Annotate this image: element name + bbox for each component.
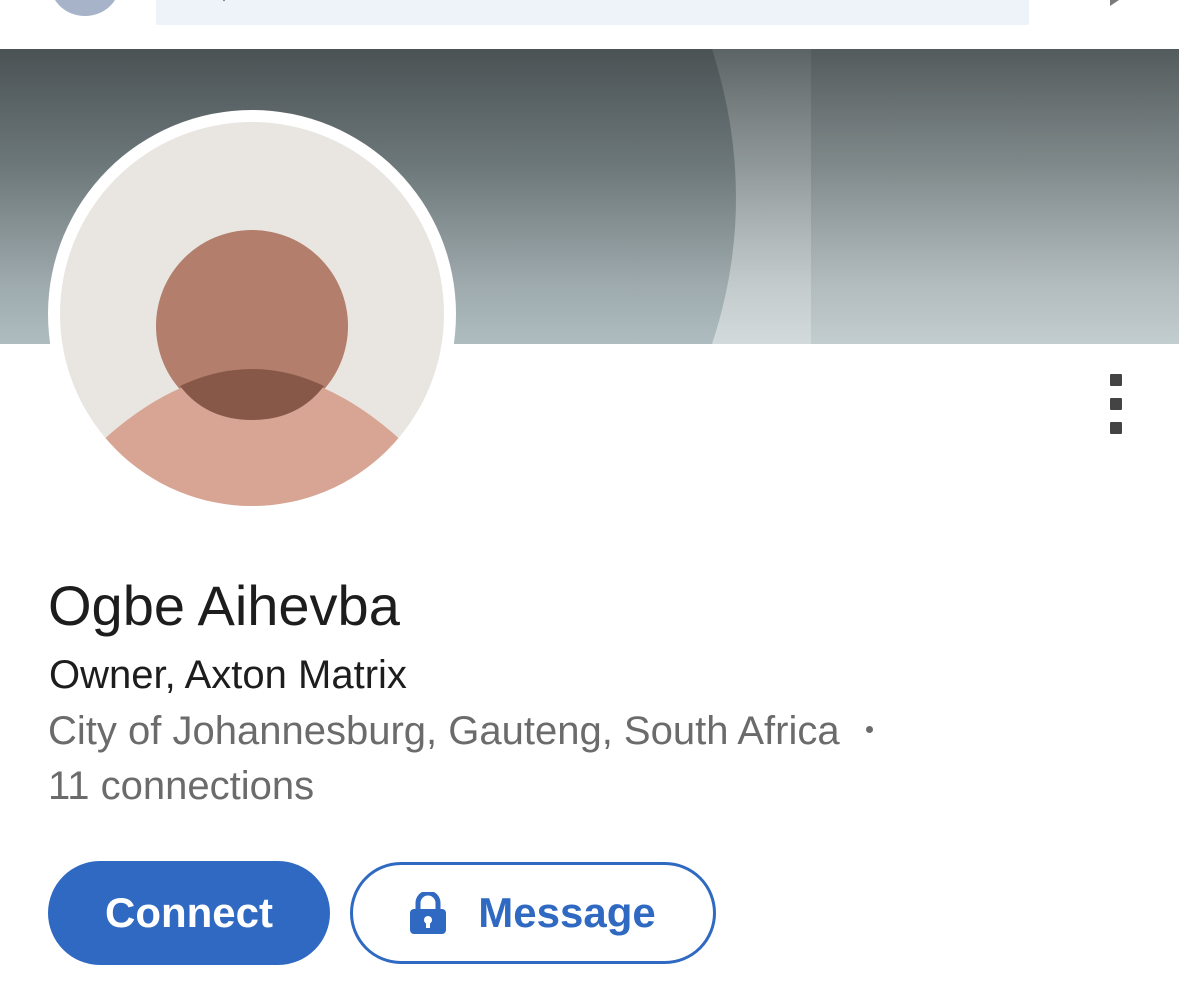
send-icon[interactable] [1108, 0, 1130, 8]
profile-screen: Ogbe Aihevba Owner, Axton Matrix City of… [0, 0, 1179, 989]
top-bar [0, 0, 1179, 49]
search-icon [214, 0, 234, 2]
menu-dot [1110, 398, 1122, 410]
connect-label: Connect [105, 889, 273, 936]
more-vertical-icon[interactable] [1098, 368, 1134, 440]
profile-avatar[interactable] [48, 110, 456, 518]
search-input[interactable] [156, 0, 1029, 25]
location-row: City of Johannesburg, Gauteng, South Afr… [48, 706, 873, 756]
user-avatar[interactable] [50, 0, 120, 16]
menu-dot [1110, 422, 1122, 434]
lock-icon [410, 890, 447, 934]
profile-headline: Owner, Axton Matrix [49, 653, 407, 697]
connect-button[interactable]: Connect [48, 861, 330, 965]
profile-location: City of Johannesburg, Gauteng, South Afr… [48, 709, 840, 753]
message-label: Message [478, 889, 656, 936]
default-person-avatar-icon [60, 122, 444, 506]
message-button[interactable]: Message [350, 862, 716, 964]
connections-count[interactable]: 11 connections [48, 761, 314, 811]
separator-dot [865, 725, 873, 733]
menu-dot [1110, 374, 1122, 386]
profile-name: Ogbe Aihevba [48, 574, 400, 637]
